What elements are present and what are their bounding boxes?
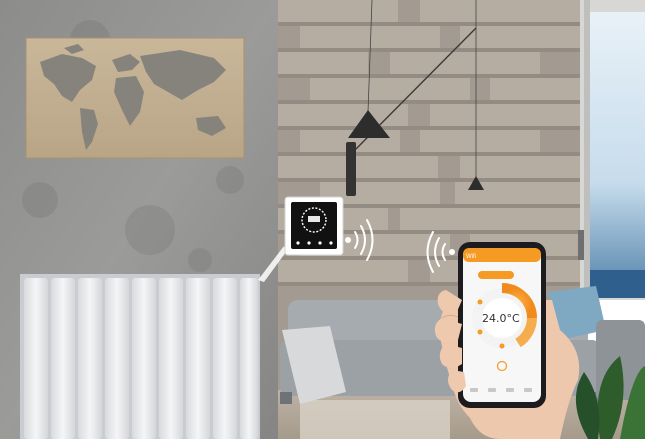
radiator [20, 274, 260, 439]
smartphone [458, 242, 546, 408]
thermostat-device [284, 196, 344, 256]
rug [300, 400, 450, 439]
app-title: Wifi [466, 254, 476, 260]
window [578, 0, 645, 300]
room-illustration: Wifi 24.0°C [0, 0, 645, 439]
mode-button[interactable] [478, 271, 514, 279]
product-scene: Wifi 24.0°C [0, 0, 645, 439]
temperature-readout: 24.0°C [482, 312, 520, 325]
world-map-wall-art [25, 37, 245, 159]
